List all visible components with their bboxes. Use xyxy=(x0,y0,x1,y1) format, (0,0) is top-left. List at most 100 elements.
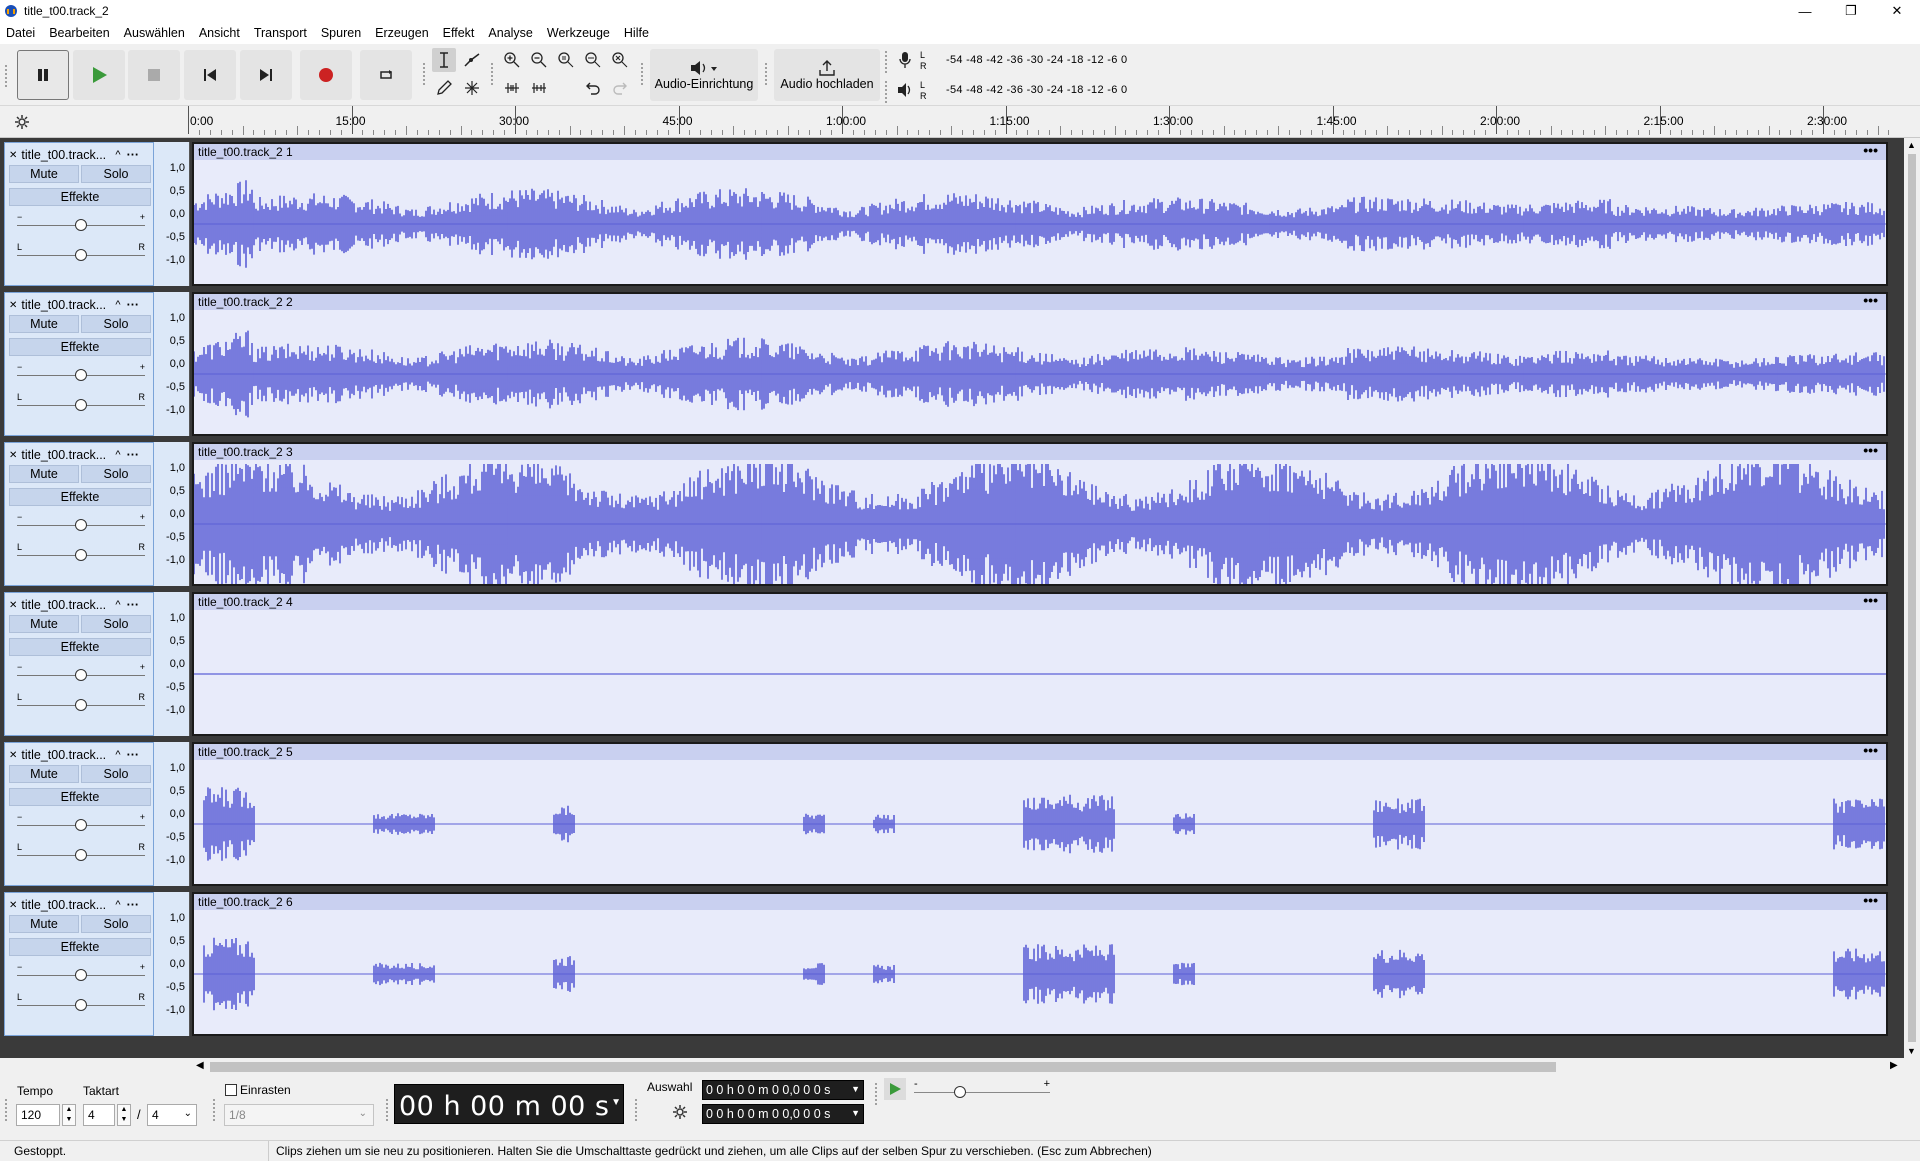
amplitude-scale[interactable]: 1,0 0,5 0,0 -0,5 -1,0 xyxy=(154,742,190,886)
track-collapse-button[interactable]: ^ xyxy=(115,149,120,161)
pan-knob[interactable] xyxy=(75,699,87,711)
tempo-input[interactable]: 120 xyxy=(16,1104,60,1126)
vertical-scrollbar[interactable]: ▲ ▼ xyxy=(1904,138,1920,1058)
mute-button[interactable]: Mute xyxy=(9,465,79,483)
waveform[interactable] xyxy=(194,760,1886,884)
track-menu-button[interactable]: ··· xyxy=(127,748,140,762)
clip-menu-button[interactable]: ••• xyxy=(1863,443,1878,457)
zoom-in-button[interactable] xyxy=(500,48,524,72)
fit-selection-button[interactable] xyxy=(554,48,578,72)
clip-menu-button[interactable]: ••• xyxy=(1863,893,1878,907)
solo-button[interactable]: Solo xyxy=(81,615,151,633)
stop-button[interactable] xyxy=(128,50,180,100)
mute-button[interactable]: Mute xyxy=(9,915,79,933)
pan-knob[interactable] xyxy=(75,399,87,411)
clip-title[interactable]: title_t00.track_2 1 xyxy=(194,144,1886,160)
waveform[interactable] xyxy=(194,310,1886,434)
track-menu-button[interactable]: ··· xyxy=(127,298,140,312)
menu-auswaehlen[interactable]: Auswählen xyxy=(124,26,185,40)
envelope-tool-button[interactable] xyxy=(460,48,484,72)
record-meter-button[interactable] xyxy=(893,48,917,72)
selection-tool-button[interactable] xyxy=(432,48,456,72)
track-collapse-button[interactable]: ^ xyxy=(115,899,120,911)
tools-grip-icon[interactable] xyxy=(422,62,426,86)
loop-button[interactable] xyxy=(360,50,412,100)
track-close-button[interactable]: ✕ xyxy=(9,300,17,311)
track-control-panel[interactable]: ✕ title_t00.track... ^ ··· Mute Solo Eff… xyxy=(4,742,154,886)
track-name[interactable]: title_t00.track... xyxy=(21,448,113,462)
gain-knob[interactable] xyxy=(75,819,87,831)
track-menu-button[interactable]: ··· xyxy=(127,898,140,912)
tempo-grip-icon[interactable] xyxy=(4,1098,8,1122)
pan-knob[interactable] xyxy=(75,549,87,561)
clip-title[interactable]: title_t00.track_2 6 xyxy=(194,894,1886,910)
menu-effekt[interactable]: Effekt xyxy=(443,26,475,40)
menu-spuren[interactable]: Spuren xyxy=(321,26,361,40)
track-name[interactable]: title_t00.track... xyxy=(21,598,113,612)
tempo-spinner[interactable]: ▲ ▼ xyxy=(62,1104,76,1126)
effects-button[interactable]: Effekte xyxy=(9,338,151,356)
play-speed-slider[interactable]: - + xyxy=(914,1078,1050,1102)
track-control-panel[interactable]: ✕ title_t00.track... ^ ··· Mute Solo Eff… xyxy=(4,142,154,286)
track-close-button[interactable]: ✕ xyxy=(9,150,17,161)
track-control-panel[interactable]: ✕ title_t00.track... ^ ··· Mute Solo Eff… xyxy=(4,292,154,436)
clip-title[interactable]: title_t00.track_2 5 xyxy=(194,744,1886,760)
rec-meter-grip-icon[interactable] xyxy=(884,50,888,74)
record-button[interactable] xyxy=(300,50,352,100)
track-name[interactable]: title_t00.track... xyxy=(21,748,113,762)
mute-button[interactable]: Mute xyxy=(9,165,79,183)
track-collapse-button[interactable]: ^ xyxy=(115,749,120,761)
effects-button[interactable]: Effekte xyxy=(9,638,151,656)
maximize-button[interactable]: ❐ xyxy=(1828,0,1874,22)
audio-clip[interactable]: title_t00.track_2 5 ••• xyxy=(192,742,1888,886)
pause-button[interactable] xyxy=(17,50,69,100)
selection-start-field[interactable]: 0 0 h 0 0 m 0 0,0 0 0 s ▼ xyxy=(702,1080,864,1100)
track-collapse-button[interactable]: ^ xyxy=(115,299,120,311)
amplitude-scale[interactable]: 1,0 0,5 0,0 -0,5 -1,0 xyxy=(154,892,190,1036)
menu-datei[interactable]: Datei xyxy=(6,26,35,40)
effects-button[interactable]: Effekte xyxy=(9,488,151,506)
mute-button[interactable]: Mute xyxy=(9,315,79,333)
waveform[interactable] xyxy=(194,160,1886,284)
track-name[interactable]: title_t00.track... xyxy=(21,148,113,162)
playback-meter-button[interactable] xyxy=(893,78,917,102)
zoom-out-button[interactable] xyxy=(527,48,551,72)
gain-knob[interactable] xyxy=(75,669,87,681)
gain-slider[interactable]: − + xyxy=(17,812,145,832)
gain-knob[interactable] xyxy=(75,369,87,381)
audio-clip[interactable]: title_t00.track_2 1 ••• xyxy=(192,142,1888,286)
amplitude-scale[interactable]: 1,0 0,5 0,0 -0,5 -1,0 xyxy=(154,592,190,736)
clip-title[interactable]: title_t00.track_2 4 xyxy=(194,594,1886,610)
pan-slider[interactable]: L R xyxy=(17,992,145,1012)
gain-slider[interactable]: − + xyxy=(17,962,145,982)
audio-clip[interactable]: title_t00.track_2 3 ••• xyxy=(192,442,1888,586)
gain-slider[interactable]: − + xyxy=(17,512,145,532)
snap-select[interactable]: 1/8 ⌄ xyxy=(224,1104,374,1126)
play-meter-grip-icon[interactable] xyxy=(884,80,888,104)
time-sig-spinner[interactable]: ▲ ▼ xyxy=(117,1104,131,1126)
menu-hilfe[interactable]: Hilfe xyxy=(624,26,649,40)
clip-title[interactable]: title_t00.track_2 2 xyxy=(194,294,1886,310)
track-close-button[interactable]: ✕ xyxy=(9,450,17,461)
clip-menu-button[interactable]: ••• xyxy=(1863,143,1878,157)
redo-button[interactable] xyxy=(608,76,632,100)
close-window-button[interactable]: ✕ xyxy=(1874,0,1920,22)
solo-button[interactable]: Solo xyxy=(81,165,151,183)
amplitude-scale[interactable]: 1,0 0,5 0,0 -0,5 -1,0 xyxy=(154,442,190,586)
skip-to-start-button[interactable] xyxy=(184,50,236,100)
amplitude-scale[interactable]: 1,0 0,5 0,0 -0,5 -1,0 xyxy=(154,142,190,286)
time-sig-denominator-select[interactable]: 4 ⌄ xyxy=(147,1104,197,1126)
waveform[interactable] xyxy=(194,910,1886,1034)
horizontal-scroll-thumb[interactable] xyxy=(210,1062,1556,1072)
scroll-left-icon[interactable]: ◀ xyxy=(196,1060,204,1071)
track-close-button[interactable]: ✕ xyxy=(9,900,17,911)
waveform[interactable] xyxy=(194,610,1886,734)
gain-slider[interactable]: − + xyxy=(17,662,145,682)
scroll-up-icon[interactable]: ▲ xyxy=(1907,140,1916,150)
clip-menu-button[interactable]: ••• xyxy=(1863,293,1878,307)
audio-clip[interactable]: title_t00.track_2 2 ••• xyxy=(192,292,1888,436)
menu-erzeugen[interactable]: Erzeugen xyxy=(375,26,429,40)
effects-button[interactable]: Effekte xyxy=(9,188,151,206)
track-name[interactable]: title_t00.track... xyxy=(21,898,113,912)
selection-start-dropdown-icon[interactable]: ▼ xyxy=(851,1084,860,1094)
